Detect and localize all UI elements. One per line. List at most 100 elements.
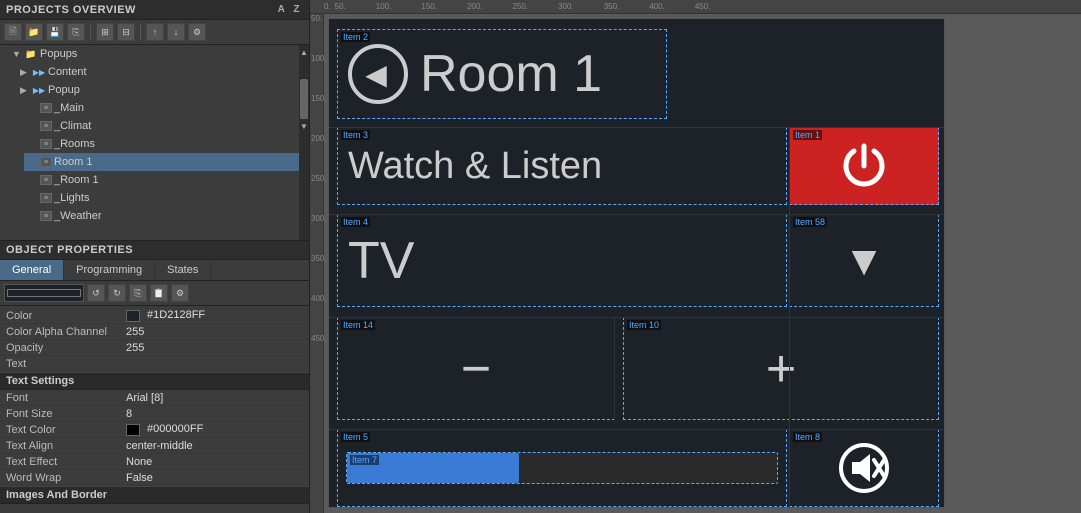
scroll-down-arrow[interactable]: ▼ — [299, 119, 309, 133]
ruler-left-350: 350. — [310, 254, 323, 294]
tab-states[interactable]: States — [155, 260, 211, 280]
prop-label-textalign: Text Align — [6, 440, 126, 452]
item-mute-button[interactable]: Item 8 — [789, 429, 939, 507]
tree-label: Room 1 — [54, 156, 93, 168]
v-divider-1 — [789, 127, 790, 507]
toolbar-btn-new[interactable]: 🖹 — [4, 23, 22, 41]
item-minus[interactable]: Item 14 − — [337, 317, 615, 420]
ruler-left: 50. 100. 150. 200. 250. 300. 350. 400. 4… — [310, 14, 324, 513]
scroll-thumb[interactable] — [300, 79, 308, 119]
toggle-icon: ▶ — [20, 67, 32, 78]
toolbar-undo-btn[interactable]: ↺ — [87, 284, 105, 302]
tab-general[interactable]: General — [0, 260, 64, 280]
tree-item-room1-alt[interactable]: ≡ _Room 1 — [24, 171, 299, 189]
obj-props-title: OBJECT PROPERTIES — [6, 244, 133, 256]
projects-toolbar: 🖹 📁 💾 ⎘ ⊞ ⊟ ↑ ↓ ⚙ — [0, 20, 309, 45]
group-icon: ▶▶ — [32, 65, 46, 79]
toolbar-btn-down[interactable]: ↓ — [167, 23, 185, 41]
toolbar-btn-save[interactable]: 💾 — [46, 23, 64, 41]
toolbar-redo-btn[interactable]: ↻ — [108, 284, 126, 302]
prop-value-wordwrap: False — [126, 472, 303, 484]
ruler-origin: 0. — [324, 2, 331, 11]
item-7-label: Item 7 — [350, 455, 379, 465]
tree-item-climat[interactable]: ≡ _Climat — [24, 117, 299, 135]
dropdown-arrow-icon: ▼ — [843, 237, 885, 285]
toolbar-btn-up[interactable]: ↑ — [146, 23, 164, 41]
item-58-label: Item 58 — [793, 217, 827, 227]
toolbar-copy-btn[interactable]: ⎘ — [129, 284, 147, 302]
toggle-icon: ▼ — [12, 49, 24, 59]
toolbar-btn-copy[interactable]: ⎘ — [67, 23, 85, 41]
tab-programming[interactable]: Programming — [64, 260, 155, 280]
item-8-label: Item 8 — [793, 432, 822, 442]
color-picker[interactable] — [4, 284, 84, 302]
room1-text: Room 1 — [420, 44, 602, 104]
tree-item-lights[interactable]: ≡ _Lights — [24, 189, 299, 207]
item-tv[interactable]: Item 4 TV — [337, 214, 787, 307]
item-watch-listen[interactable]: Item 3 Watch & Listen — [337, 127, 787, 205]
ruler-left-250: 250. — [310, 174, 323, 214]
tree-item-popups[interactable]: ▼ 📁 Popups — [8, 45, 299, 63]
h-divider-3 — [329, 317, 944, 318]
prop-label-textcolor: Text Color — [6, 424, 126, 436]
toggle-icon: ▶ — [20, 85, 32, 96]
ruler-mark-200: 200. — [467, 2, 483, 11]
prop-value-color: #1D2128FF — [126, 309, 303, 321]
scroll-up-arrow[interactable]: ▲ — [299, 45, 309, 59]
left-panel: PROJECTS OVERVIEW A Z 🖹 📁 💾 ⎘ ⊞ ⊟ ↑ ↓ ⚙ … — [0, 0, 310, 513]
item-1-label: Item 1 — [793, 130, 822, 140]
minus-icon: − — [461, 339, 491, 399]
item-3-label: Item 3 — [341, 130, 370, 140]
item-icon: ≡ — [40, 103, 52, 113]
item-slider-area[interactable]: Item 5 Item 7 — [337, 429, 787, 507]
folder-icon: 📁 — [24, 47, 38, 61]
prop-row-texteffect: Text Effect None — [0, 454, 309, 470]
tree-item-room1[interactable]: ≡ Room 1 — [24, 153, 299, 171]
toolbar-btn-grid[interactable]: ⊞ — [96, 23, 114, 41]
canvas-main[interactable]: Item 2 ◀ Room 1 Item 3 Watch & Listen It… — [324, 14, 1081, 513]
h-divider-4 — [329, 429, 944, 430]
back-arrow[interactable]: ◀ — [348, 44, 408, 104]
header-btn-z[interactable]: Z — [290, 3, 303, 16]
projects-scrollbar[interactable]: ▲ ▼ — [299, 45, 309, 240]
prop-label-color: Color — [6, 310, 126, 322]
object-properties-body: Color #1D2128FF Color Alpha Channel 255 … — [0, 306, 309, 513]
prop-row-alpha: Color Alpha Channel 255 — [0, 324, 309, 340]
back-arrow-icon: ◀ — [365, 58, 387, 91]
toolbar-gear-btn[interactable]: ⚙ — [171, 284, 189, 302]
prop-row-opacity: Opacity 255 — [0, 340, 309, 356]
ruler-mark-300: 300. — [558, 2, 574, 11]
item-room1[interactable]: Item 2 ◀ Room 1 — [337, 29, 667, 119]
tree-label: _Room 1 — [54, 174, 99, 186]
item-plus[interactable]: Item 10 + — [623, 317, 939, 420]
prop-label-fontsize: Font Size — [6, 408, 126, 420]
tree-item-weather[interactable]: ≡ _Weather — [24, 207, 299, 225]
prop-row-font: Font Arial [8] — [0, 390, 309, 406]
header-buttons: A Z — [275, 3, 303, 16]
tree-item-main[interactable]: ≡ _Main — [24, 99, 299, 117]
projects-tree: ▼ 📁 Popups ▶ ▶▶ Content ▶ ▶▶ Popup ≡ _Ma… — [0, 45, 299, 240]
section-images-border: Images And Border — [0, 486, 309, 504]
tree-label: _Lights — [54, 192, 89, 204]
item-icon: ≡ — [40, 211, 52, 221]
header-btn-a[interactable]: A — [275, 3, 289, 16]
toolbar-btn-settings[interactable]: ⚙ — [188, 23, 206, 41]
tree-item-rooms[interactable]: ≡ _Rooms — [24, 135, 299, 153]
prop-row-textcolor: Text Color #000000FF — [0, 422, 309, 438]
ruler-left-100: 100. — [310, 54, 323, 94]
ruler-left-200: 200. — [310, 134, 323, 174]
toolbar-btn-folder[interactable]: 📁 — [25, 23, 43, 41]
item-power-button[interactable]: Item 1 — [789, 127, 939, 205]
toolbar-btn-export[interactable]: ⊟ — [117, 23, 135, 41]
item-dropdown[interactable]: Item 58 ▼ — [789, 214, 939, 307]
toolbar-paste-btn[interactable]: 📋 — [150, 284, 168, 302]
tree-item-popup[interactable]: ▶ ▶▶ Popup — [16, 81, 299, 99]
item-icon: ≡ — [40, 139, 52, 149]
item-slider-fill-container: Item 7 — [346, 452, 778, 484]
tree-item-content[interactable]: ▶ ▶▶ Content — [16, 63, 299, 81]
item-10-label: Item 10 — [627, 320, 661, 330]
ui-canvas: Item 2 ◀ Room 1 Item 3 Watch & Listen It… — [328, 18, 945, 508]
mute-icon — [838, 442, 890, 494]
projects-overview-header: PROJECTS OVERVIEW A Z — [0, 0, 309, 20]
prop-row-color: Color #1D2128FF — [0, 308, 309, 324]
